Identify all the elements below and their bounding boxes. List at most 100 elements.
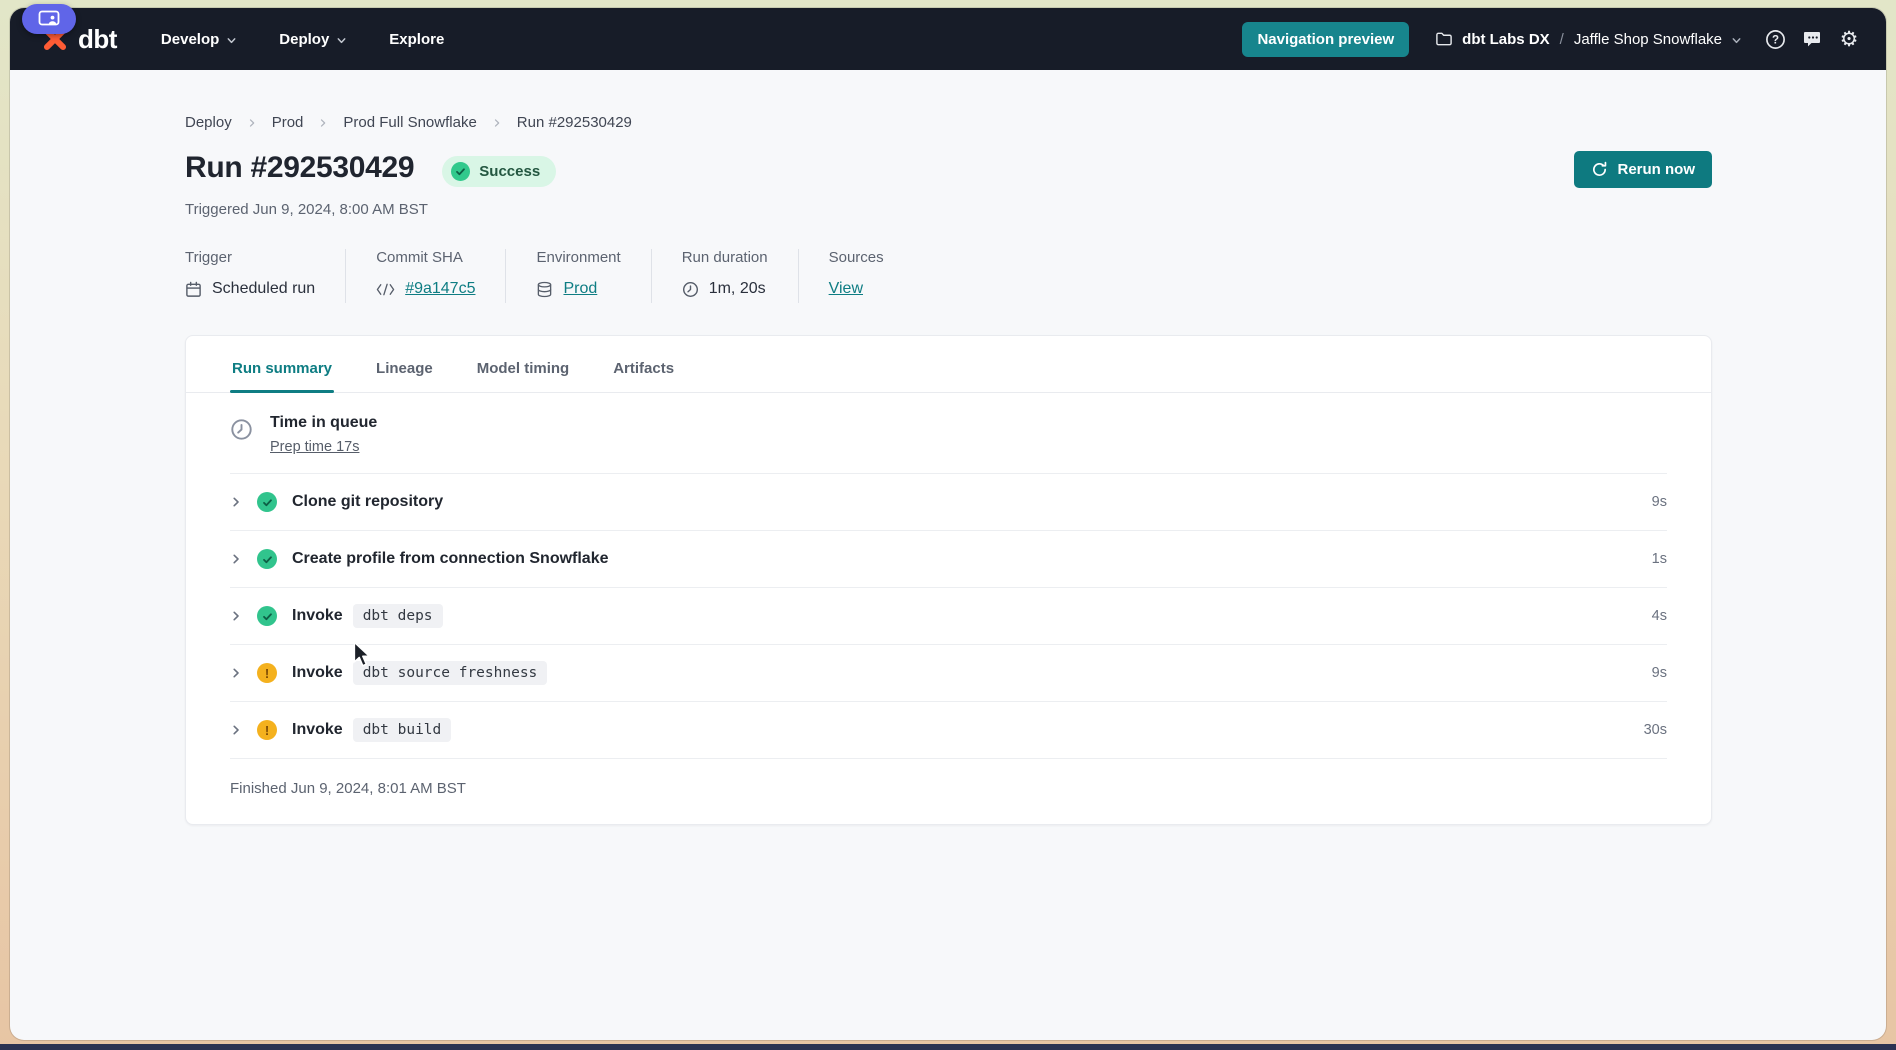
feedback-icon[interactable] xyxy=(1801,28,1823,50)
rerun-now-button[interactable]: Rerun now xyxy=(1574,151,1713,188)
meta-value: Scheduled run xyxy=(212,280,315,298)
breadcrumb: Deploy Prod Prod Full Snowflake Run #292530… xyxy=(185,114,1712,131)
step-label: Clone git repository xyxy=(292,493,443,511)
svg-text:?: ? xyxy=(1771,34,1778,46)
tab-artifacts[interactable]: Artifacts xyxy=(611,336,676,392)
warning-icon: ! xyxy=(257,663,277,683)
screen-share-badge[interactable] xyxy=(22,4,76,34)
account-project-switcher[interactable]: dbt Labs DX / Jaffle Shop Snowflake xyxy=(1435,31,1742,48)
run-steps-list: Clone git repository 9s Create profile fro… xyxy=(186,474,1711,759)
tab-run-summary[interactable]: Run summary xyxy=(230,336,334,392)
project-name[interactable]: Jaffle Shop Snowflake xyxy=(1574,31,1722,48)
step-label: Invoke xyxy=(292,721,343,739)
step-duration: 30s xyxy=(1644,722,1667,738)
tab-model-timing[interactable]: Model timing xyxy=(475,336,572,392)
meta-value-row: View xyxy=(829,280,884,298)
step-command-chip: dbt build xyxy=(353,718,452,742)
meta-value: 1m, 20s xyxy=(709,280,766,298)
app-window: dbt Develop Deploy Explore Navigation prev… xyxy=(10,8,1886,1040)
clock-icon xyxy=(682,281,699,298)
chevron-right-icon[interactable] xyxy=(230,553,242,565)
success-check-icon xyxy=(257,492,277,512)
prep-time-link[interactable]: Prep time 17s xyxy=(270,439,359,455)
check-icon xyxy=(451,162,470,181)
step-row-create-profile-from-connection-snowflake: Create profile from connection Snowflake… xyxy=(230,531,1667,588)
database-icon xyxy=(536,281,553,298)
time-in-queue-row: Time in queue Prep time 17s xyxy=(230,393,1667,474)
step-label: Invoke xyxy=(292,607,343,625)
breadcrumb-item-run-292530429: Run #292530429 xyxy=(517,114,632,131)
triggered-timestamp: Triggered Jun 9, 2024, 8:00 AM BST xyxy=(185,201,1712,218)
step-duration: 4s xyxy=(1652,608,1667,624)
step-label: Create profile from connection Snowflake xyxy=(292,550,609,568)
chevron-down-icon xyxy=(1731,35,1742,46)
navbar-right: Navigation preview dbt Labs DX / Jaffle … xyxy=(1242,22,1860,57)
rerun-now-label: Rerun now xyxy=(1618,161,1696,178)
meta-value-link[interactable]: #9a147c5 xyxy=(405,280,475,298)
finished-timestamp: Finished Jun 9, 2024, 8:01 AM BST xyxy=(186,759,1711,824)
page-title: Run #292530429 xyxy=(185,151,414,185)
chevron-right-icon[interactable] xyxy=(230,610,242,622)
menu-item-label: Deploy xyxy=(279,31,329,48)
chevron-right-icon xyxy=(492,118,502,128)
time-in-queue-title: Time in queue xyxy=(270,414,377,432)
meta-environment: Environment Prod xyxy=(536,249,651,303)
chevron-right-icon xyxy=(247,118,257,128)
chevron-right-icon[interactable] xyxy=(230,667,242,679)
code-icon xyxy=(376,283,395,296)
step-label: Invoke xyxy=(292,664,343,682)
run-header-row: Run #292530429 Success Rerun now xyxy=(185,151,1712,188)
account-project-separator: / xyxy=(1560,31,1564,48)
meta-commit-sha: Commit SHA#9a147c5 xyxy=(376,249,506,303)
clock-icon xyxy=(230,418,253,456)
bottom-edge-strip xyxy=(0,1044,1896,1050)
main-content: Deploy Prod Prod Full Snowflake Run #292530… xyxy=(10,70,1886,825)
folder-icon xyxy=(1435,31,1453,47)
status-badge-label: Success xyxy=(479,163,540,180)
run-summary-card: Run summaryLineageModel timingArtifacts … xyxy=(185,335,1712,825)
main-menu: Develop Deploy Explore xyxy=(161,31,444,48)
navbar-icon-group: ? ⚙ xyxy=(1764,28,1860,50)
meta-label: Environment xyxy=(536,249,620,266)
chevron-right-icon[interactable] xyxy=(230,496,242,508)
success-check-icon xyxy=(257,606,277,626)
menu-item-explore[interactable]: Explore xyxy=(389,31,444,48)
warning-icon: ! xyxy=(257,720,277,740)
meta-label: Trigger xyxy=(185,249,315,266)
meta-value-link[interactable]: View xyxy=(829,280,863,298)
step-row-invoke-dbt-build: ! Invoke dbt build 30s xyxy=(230,702,1667,759)
menu-item-deploy[interactable]: Deploy xyxy=(279,31,347,48)
chevron-down-icon xyxy=(336,35,347,46)
menu-item-develop[interactable]: Develop xyxy=(161,31,237,48)
chevron-down-icon xyxy=(226,35,237,46)
step-row-clone-git-repository: Clone git repository 9s xyxy=(230,474,1667,531)
meta-sources: SourcesView xyxy=(829,249,914,303)
success-check-icon xyxy=(257,549,277,569)
meta-value-row: Scheduled run xyxy=(185,280,315,298)
tab-bar: Run summary Lineage Model timing Artifacts xyxy=(186,336,1711,393)
meta-value-link[interactable]: Prod xyxy=(563,280,597,298)
meta-value-row: 1m, 20s xyxy=(682,280,768,298)
breadcrumb-item-deploy[interactable]: Deploy xyxy=(185,114,232,131)
refresh-icon xyxy=(1591,161,1608,178)
menu-item-label: Develop xyxy=(161,31,219,48)
help-icon[interactable]: ? xyxy=(1764,28,1786,50)
tab-lineage[interactable]: Lineage xyxy=(374,336,435,392)
step-row-invoke-dbt-deps: Invokedbt deps4s xyxy=(230,588,1667,645)
gear-icon[interactable]: ⚙ xyxy=(1838,28,1860,50)
step-command-chip: dbt source freshness xyxy=(353,661,548,685)
dbt-logo-text: dbt xyxy=(78,24,117,55)
time-in-queue-text: Time in queue Prep time 17s xyxy=(270,414,377,456)
account-name[interactable]: dbt Labs DX xyxy=(1462,31,1550,48)
chevron-right-icon[interactable] xyxy=(230,724,242,736)
menu-item-label: Explore xyxy=(389,31,444,48)
meta-label: Run duration xyxy=(682,249,768,266)
screen-share-icon xyxy=(38,10,60,28)
breadcrumb-item-prod-full-snowflake[interactable]: Prod Full Snowflake xyxy=(343,114,476,131)
step-duration: 9s xyxy=(1652,494,1667,510)
step-duration: 9s xyxy=(1652,665,1667,681)
navigation-preview-button[interactable]: Navigation preview xyxy=(1242,22,1409,57)
step-duration: 1s xyxy=(1652,551,1667,567)
breadcrumb-item-prod[interactable]: Prod xyxy=(272,114,304,131)
chevron-right-icon xyxy=(318,118,328,128)
